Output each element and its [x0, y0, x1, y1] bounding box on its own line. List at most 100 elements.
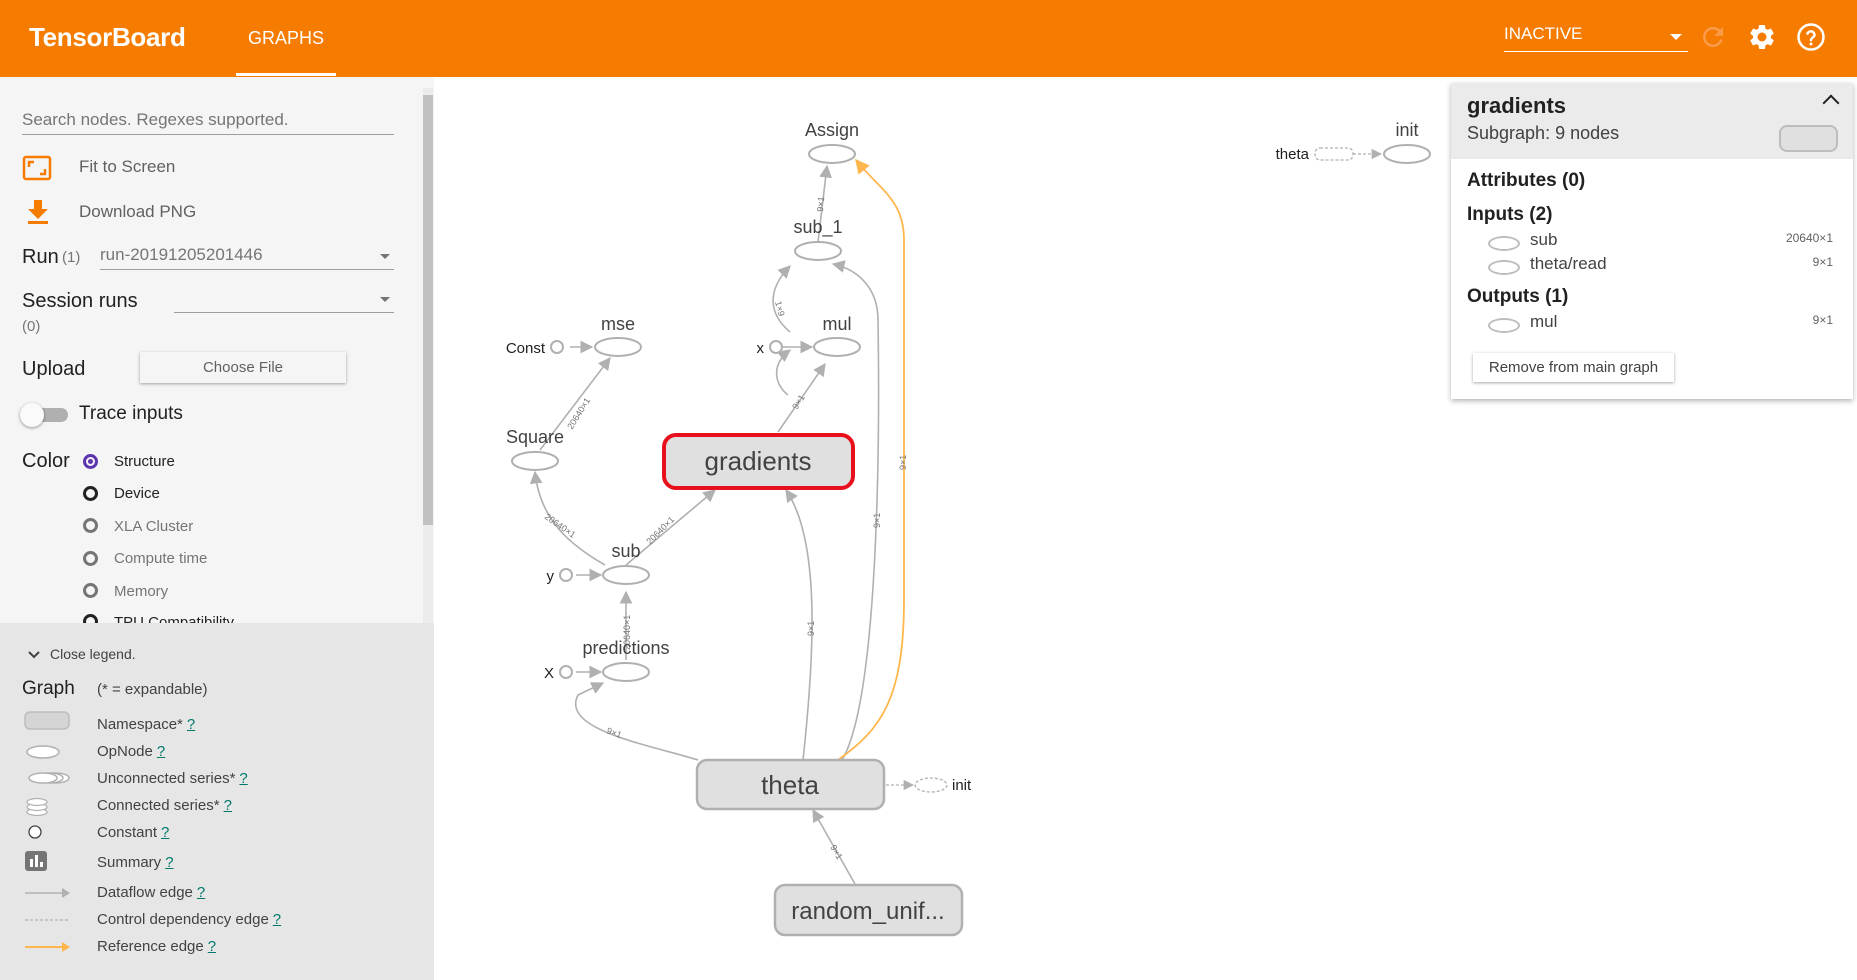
- inputs-heading[interactable]: Inputs (2): [1467, 204, 1553, 226]
- gear-icon[interactable]: [1747, 22, 1777, 52]
- edge-label: 9×1: [790, 393, 807, 411]
- help-link[interactable]: ?: [165, 854, 173, 871]
- node-predictions[interactable]: [602, 662, 650, 682]
- help-link[interactable]: ?: [239, 770, 247, 787]
- input-theta-read[interactable]: theta/read: [1530, 254, 1607, 274]
- radio-structure[interactable]: [83, 454, 98, 469]
- trace-inputs-toggle-knob[interactable]: [20, 403, 44, 427]
- input-sub[interactable]: sub: [1530, 230, 1557, 250]
- radio-compute-time[interactable]: [83, 551, 98, 566]
- tab-graphs[interactable]: GRAPHS: [236, 0, 336, 77]
- help-link[interactable]: ?: [161, 824, 169, 841]
- legend-item-label: Unconnected series*: [97, 770, 236, 787]
- sidebar-scrollbar-thumb[interactable]: [423, 95, 433, 525]
- legend-item-unconnected-series: Unconnected series*?: [97, 770, 248, 787]
- session-runs-select[interactable]: [174, 288, 394, 313]
- namespace-icon: [1779, 125, 1838, 152]
- radio-tpu-compatibility[interactable]: [83, 614, 98, 623]
- legend-item-constant: Constant?: [97, 824, 169, 841]
- node-label-theta: theta: [761, 770, 819, 800]
- node-init[interactable]: [1383, 144, 1431, 164]
- download-icon[interactable]: [26, 198, 50, 226]
- edge-mul-sub1-left: [775, 349, 792, 396]
- node-mse[interactable]: [594, 337, 642, 357]
- node-label-init: init: [1395, 120, 1418, 140]
- constant-icon: [28, 825, 42, 839]
- node-info-subtitle: Subgraph: 9 nodes: [1467, 123, 1620, 143]
- legend-item-opnode: OpNode?: [97, 743, 165, 760]
- radio-label-tpu-compatibility: TPU Compatibility: [114, 614, 235, 623]
- node-init-summary[interactable]: [914, 777, 948, 793]
- legend-expandable-note: (* = expandable): [97, 681, 208, 698]
- edge-label: 20640×1: [565, 396, 592, 431]
- input-sub-size: 20640×1: [1785, 231, 1833, 245]
- namespace-icon: [24, 711, 70, 730]
- node-label-sub: sub: [611, 541, 640, 561]
- fit-to-screen-button[interactable]: Fit to Screen: [79, 157, 175, 177]
- radio-memory[interactable]: [83, 583, 98, 598]
- legend-item-label: Summary: [97, 854, 162, 871]
- legend-item-dataflow-edge: Dataflow edge?: [97, 884, 205, 901]
- legend-item-summary: Summary?: [97, 854, 174, 871]
- node-assign[interactable]: [808, 144, 856, 164]
- help-link[interactable]: ?: [224, 797, 232, 814]
- outputs-heading[interactable]: Outputs (1): [1467, 286, 1568, 308]
- edge-label: 9×1: [872, 513, 882, 528]
- node-theta-summary[interactable]: [1314, 147, 1354, 161]
- node-X[interactable]: [559, 665, 573, 679]
- node-label-x: x: [757, 340, 765, 357]
- output-mul[interactable]: mul: [1530, 312, 1557, 332]
- node-square[interactable]: [511, 451, 559, 471]
- node-const[interactable]: [550, 340, 564, 354]
- legend-icons: [24, 711, 70, 952]
- help-link[interactable]: ?: [187, 716, 195, 733]
- output-mul-size: 9×1: [1812, 313, 1833, 327]
- choose-file-button[interactable]: Choose File: [140, 352, 346, 383]
- node-label-square: Square: [506, 427, 564, 447]
- legend-graph-label: Graph: [22, 678, 75, 699]
- opnode-icon: [1488, 260, 1520, 275]
- node-mul[interactable]: [813, 337, 861, 357]
- legend-item-label: Constant: [97, 824, 158, 841]
- radio-label-memory: Memory: [114, 583, 169, 600]
- legend-item-reference-edge: Reference edge?: [97, 938, 216, 955]
- fit-to-screen-icon[interactable]: [22, 155, 52, 181]
- status-dropdown-value: INACTIVE: [1504, 24, 1583, 43]
- download-png-button[interactable]: Download PNG: [79, 202, 196, 222]
- help-link[interactable]: ?: [157, 743, 165, 760]
- node-y[interactable]: [559, 568, 573, 582]
- chevron-down-icon[interactable]: [26, 647, 42, 663]
- help-link[interactable]: ?: [197, 884, 205, 901]
- remove-from-main-graph-button[interactable]: Remove from main graph: [1473, 353, 1674, 382]
- node-sub1[interactable]: [794, 241, 842, 261]
- radio-label-xla-cluster: XLA Cluster: [114, 518, 194, 535]
- help-link[interactable]: ?: [273, 911, 281, 928]
- status-dropdown[interactable]: INACTIVE: [1504, 24, 1688, 52]
- dataflow-edge-icon: [25, 888, 70, 898]
- radio-label-device: Device: [114, 485, 160, 502]
- attributes-heading[interactable]: Attributes (0): [1467, 170, 1585, 192]
- opnode-icon: [1488, 318, 1520, 333]
- help-icon[interactable]: [1796, 22, 1826, 52]
- run-select-value: run-20191205201446: [100, 245, 263, 264]
- node-sub[interactable]: [602, 565, 650, 585]
- radio-xla-cluster[interactable]: [83, 518, 98, 533]
- chevron-down-icon: [1670, 34, 1682, 40]
- legend-item-label: Reference edge: [97, 938, 204, 955]
- close-legend-button[interactable]: Close legend.: [50, 646, 136, 662]
- refresh-icon[interactable]: [1698, 22, 1728, 52]
- node-label-random-uniform: random_unif...: [791, 898, 944, 925]
- legend-item-label: OpNode: [97, 743, 153, 760]
- run-select[interactable]: run-20191205201446: [100, 245, 394, 270]
- node-label-init-summary: init: [952, 777, 972, 794]
- help-link[interactable]: ?: [208, 938, 216, 955]
- node-label-predictions: predictions: [582, 638, 669, 658]
- unconnected-series-icon: [28, 772, 70, 784]
- session-runs-count: (0): [22, 318, 41, 335]
- legend-item-label: Connected series*: [97, 797, 220, 814]
- edge-label: 9×1: [828, 843, 844, 861]
- search-input[interactable]: Search nodes. Regexes supported.: [22, 110, 394, 135]
- radio-tpu-clip: TPU Compatibility: [80, 610, 380, 623]
- node-x[interactable]: [769, 340, 783, 354]
- radio-device[interactable]: [83, 486, 98, 501]
